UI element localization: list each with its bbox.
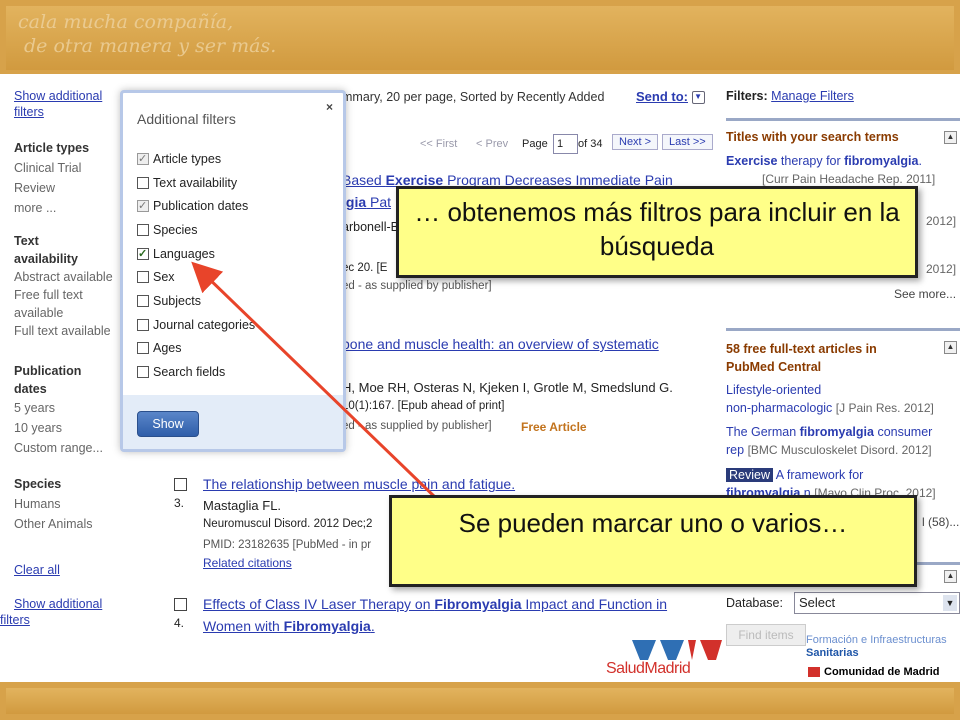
callout-bottom: Se pueden marcar uno o varios…	[389, 495, 917, 587]
comunidad-text: Comunidad de Madrid	[824, 666, 940, 678]
arrow-line	[191, 261, 440, 502]
saludmadrid-mark-icon	[632, 640, 722, 660]
comunidad-flag-icon	[808, 667, 820, 678]
annotation-arrow	[191, 261, 440, 502]
sanitarias-line1: Formación e Infraestructuras	[806, 634, 947, 646]
callout-top: … obtenemos más filtros para incluir en …	[396, 186, 918, 278]
sanitarias-label: Formación e Infraestructuras Sanitarias	[806, 634, 947, 660]
saludmadrid-logo: SaludMadrid	[606, 640, 726, 682]
saludmadrid-text: SaludMadrid	[606, 660, 691, 677]
sanitarias-line2: Sanitarias	[806, 647, 859, 659]
comunidad-madrid-logo: Comunidad de Madrid	[808, 666, 940, 678]
bottom-banner	[0, 682, 960, 720]
